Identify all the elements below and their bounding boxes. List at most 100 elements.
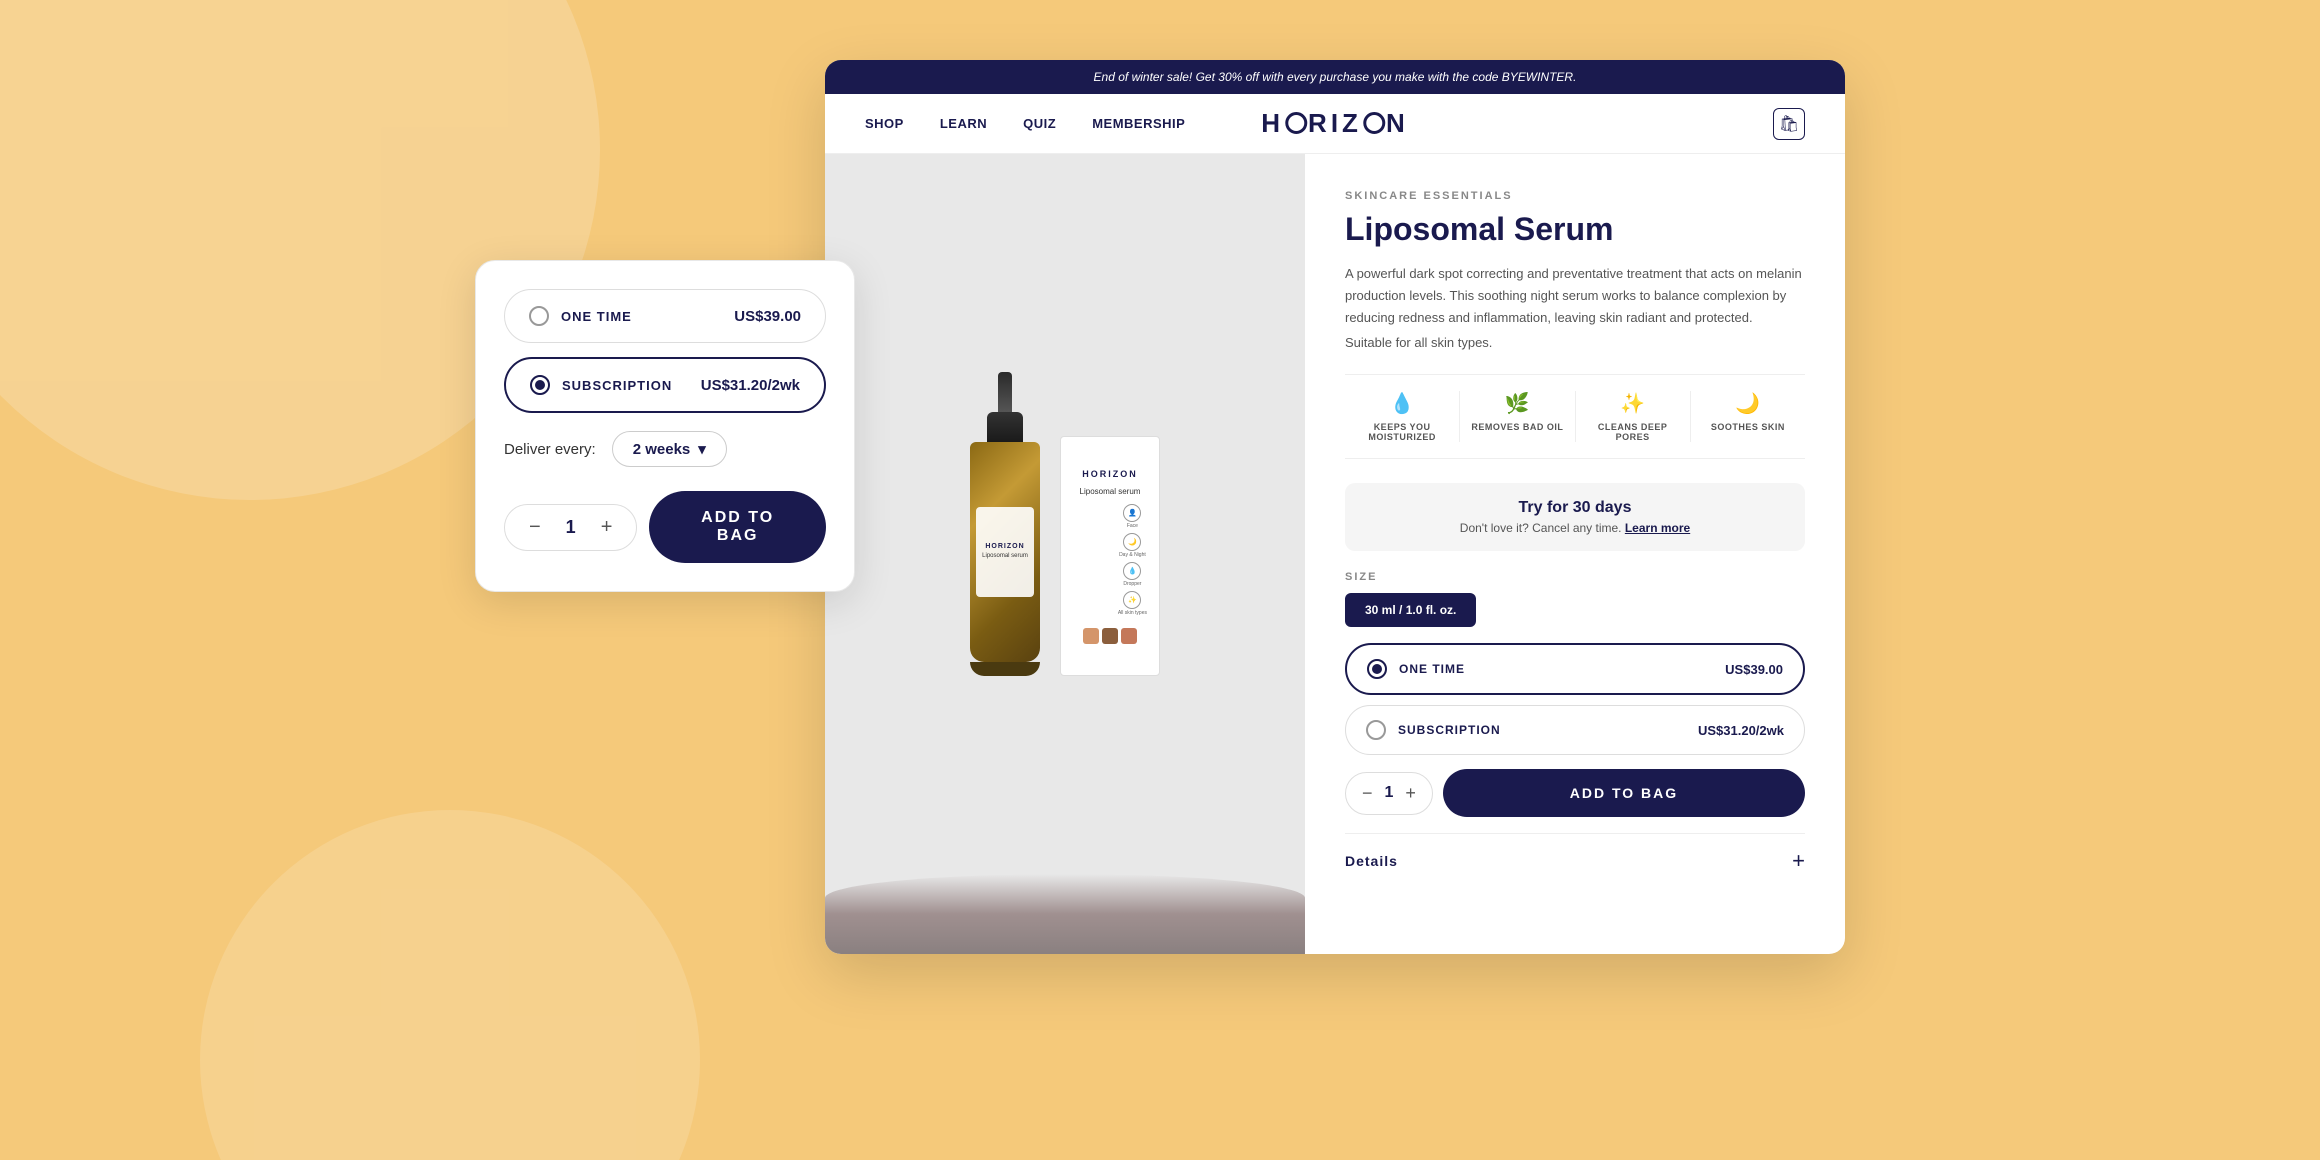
feature-oil: 🌿 REMOVES BAD OIL xyxy=(1460,391,1575,442)
subscription-radio-card xyxy=(530,375,550,395)
product-title: Liposomal Serum xyxy=(1345,212,1805,247)
box-logo: HORIZON xyxy=(1082,469,1138,479)
product-image-panel: HORIZON Liposomal serum HORIZON Liposoma… xyxy=(825,154,1305,954)
trial-title: Try for 30 days xyxy=(1369,499,1781,517)
pores-label: CLEANS DEEP PORES xyxy=(1584,422,1682,442)
announcement-text: End of winter sale! Get 30% off with eve… xyxy=(1094,70,1577,84)
size-button[interactable]: 30 ml / 1.0 fl. oz. xyxy=(1345,593,1476,627)
serum-scene: HORIZON Liposomal serum HORIZON Liposoma… xyxy=(970,372,1160,736)
cart-row-card: − 1 + ADD TO BAG xyxy=(504,491,826,563)
color-block-1 xyxy=(1083,628,1099,644)
serum-bottle: HORIZON Liposomal serum xyxy=(970,372,1040,676)
announcement-bar: End of winter sale! Get 30% off with eve… xyxy=(825,60,1845,94)
logo-o2 xyxy=(1363,112,1385,134)
box-icon-face: 👤 Face xyxy=(1118,504,1147,529)
right-qty-control: − 1 + xyxy=(1345,772,1433,815)
pores-icon: ✨ xyxy=(1620,391,1645,416)
nav-icons: 🛍 xyxy=(1773,108,1805,140)
color-block-2 xyxy=(1102,628,1118,644)
bottle-brand: HORIZON xyxy=(985,543,1024,550)
store-window: End of winter sale! Get 30% off with eve… xyxy=(825,60,1845,954)
oil-icon: 🌿 xyxy=(1505,391,1530,416)
subscription-price-card: US$31.20/2wk xyxy=(701,377,800,394)
deliver-row-card: Deliver every: 2 weeks ▾ xyxy=(504,431,826,467)
box-icon-dropper: 💧 Dropper xyxy=(1118,562,1147,587)
bottle-body: HORIZON Liposomal serum xyxy=(970,442,1040,662)
navbar: SHOP LEARN QUIZ MEMBERSHIP HRIZN 🛍 xyxy=(825,94,1845,154)
one-time-price-card: US$39.00 xyxy=(734,308,801,325)
trial-learn-more[interactable]: Learn more xyxy=(1625,521,1690,535)
color-block-3 xyxy=(1121,628,1137,644)
details-footer[interactable]: Details + xyxy=(1345,833,1805,874)
box-icon-day: 🌙 Day & Night xyxy=(1118,533,1147,558)
one-time-radio-card xyxy=(529,306,549,326)
feature-pores: ✨ CLEANS DEEP PORES xyxy=(1576,391,1691,442)
features-row: 💧 KEEPS YOU MOISTURIZED 🌿 REMOVES BAD OI… xyxy=(1345,374,1805,459)
one-time-option[interactable]: ONE TIME US$39.00 xyxy=(1345,643,1805,695)
floating-purchase-card: ONE TIME US$39.00 SUBSCRIPTION US$31.20/… xyxy=(475,260,855,592)
trial-sub-text: Don't love it? Cancel any time. xyxy=(1460,521,1622,535)
moisturize-icon: 💧 xyxy=(1390,391,1415,416)
color-blocks xyxy=(1083,628,1137,644)
add-to-bag-card[interactable]: ADD TO BAG xyxy=(649,491,826,563)
box-packaging: HORIZON Liposomal serum 👤 Face 🌙 Day & N… xyxy=(1060,436,1160,676)
bottle-base xyxy=(970,662,1040,676)
one-time-option-price: US$39.00 xyxy=(1725,662,1783,677)
size-label: SIZE xyxy=(1345,571,1805,583)
product-category: SKINCARE ESSENTIALS xyxy=(1345,190,1805,202)
subscription-option[interactable]: SUBSCRIPTION US$31.20/2wk xyxy=(1345,705,1805,755)
bottle-name: Liposomal serum xyxy=(982,553,1028,561)
trial-banner: Try for 30 days Don't love it? Cancel an… xyxy=(1345,483,1805,551)
bottle-cap xyxy=(987,412,1023,442)
deliver-label-card: Deliver every: xyxy=(504,441,596,458)
nav-quiz[interactable]: QUIZ xyxy=(1023,116,1056,131)
soothes-icon: 🌙 xyxy=(1735,391,1760,416)
face-label: Face xyxy=(1127,523,1138,529)
dropper-icon: 💧 xyxy=(1123,562,1141,580)
skin-icon: ✨ xyxy=(1123,591,1141,609)
one-time-radio xyxy=(1367,659,1387,679)
feature-moisturized: 💧 KEEPS YOU MOISTURIZED xyxy=(1345,391,1460,442)
daynight-label: Day & Night xyxy=(1119,552,1146,558)
daynight-icon: 🌙 xyxy=(1123,533,1141,551)
nav-learn[interactable]: LEARN xyxy=(940,116,987,131)
stone-base xyxy=(825,874,1305,954)
right-add-to-bag[interactable]: ADD TO BAG xyxy=(1443,769,1805,817)
right-qty-decrease[interactable]: − xyxy=(1362,783,1373,804)
nav-logo: HRIZN xyxy=(1261,108,1408,139)
box-name: Liposomal serum xyxy=(1080,487,1141,496)
subscription-radio xyxy=(1366,720,1386,740)
one-time-label-card: ONE TIME xyxy=(561,309,632,324)
right-cart-row: − 1 + ADD TO BAG xyxy=(1345,769,1805,817)
chevron-down-icon: ▾ xyxy=(698,440,706,458)
cart-icon-btn[interactable]: 🛍 xyxy=(1773,108,1805,140)
nav-membership[interactable]: MEMBERSHIP xyxy=(1092,116,1185,131)
qty-control-card: − 1 + xyxy=(504,504,637,551)
bottle-dropper xyxy=(998,372,1012,412)
subscription-option-label: SUBSCRIPTION xyxy=(1398,723,1501,737)
subscription-option-price: US$31.20/2wk xyxy=(1698,723,1784,738)
subscription-label-card: SUBSCRIPTION xyxy=(562,378,672,393)
subscription-option-card[interactable]: SUBSCRIPTION US$31.20/2wk xyxy=(504,357,826,413)
qty-increase-card[interactable]: + xyxy=(597,517,617,537)
qty-value-card: 1 xyxy=(561,517,581,538)
product-suitable: Suitable for all skin types. xyxy=(1345,335,1805,350)
logo-o xyxy=(1285,112,1307,134)
right-qty-increase[interactable]: + xyxy=(1405,783,1416,804)
feature-soothes: 🌙 SOOTHES SKIN xyxy=(1691,391,1805,442)
one-time-option-label: ONE TIME xyxy=(1399,662,1465,676)
cart-icon: 🛍 xyxy=(1779,114,1799,134)
dropper-label: Dropper xyxy=(1123,581,1141,587)
product-description: A powerful dark spot correcting and prev… xyxy=(1345,263,1805,329)
product-area: HORIZON Liposomal serum HORIZON Liposoma… xyxy=(825,154,1845,954)
deliver-select-card[interactable]: 2 weeks ▾ xyxy=(612,431,727,467)
trial-sub: Don't love it? Cancel any time. Learn mo… xyxy=(1369,521,1781,535)
product-details: SKINCARE ESSENTIALS Liposomal Serum A po… xyxy=(1305,154,1845,954)
nav-shop[interactable]: SHOP xyxy=(865,116,904,131)
oil-label: REMOVES BAD OIL xyxy=(1471,422,1563,432)
box-icon-skin: ✨ All skin types xyxy=(1118,591,1147,616)
qty-decrease-card[interactable]: − xyxy=(525,517,545,537)
soothes-label: SOOTHES SKIN xyxy=(1711,422,1785,432)
one-time-option-card[interactable]: ONE TIME US$39.00 xyxy=(504,289,826,343)
bottle-label: HORIZON Liposomal serum xyxy=(976,507,1034,597)
